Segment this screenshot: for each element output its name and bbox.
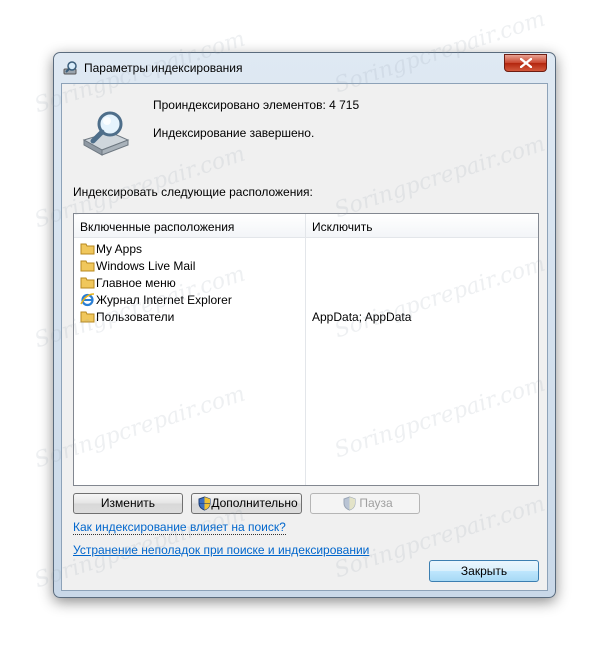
- ie-icon: [80, 292, 95, 307]
- shield-icon: [198, 496, 211, 517]
- dialog-content: Проиндексировано элементов: 4 715 Индекс…: [61, 83, 548, 591]
- location-exclude: AppData; AppData: [312, 310, 412, 324]
- list-item[interactable]: Пользователи AppData; AppData: [74, 308, 538, 325]
- close-button[interactable]: Закрыть: [429, 560, 539, 582]
- location-name: Главное меню: [96, 276, 176, 290]
- indexed-count-label: Проиндексировано элементов: 4 715: [153, 98, 360, 112]
- column-header-included[interactable]: Включенные расположения: [80, 220, 234, 234]
- folder-icon: [80, 241, 95, 256]
- list-item[interactable]: Windows Live Mail: [74, 257, 538, 274]
- drive-magnifier-icon: [80, 110, 132, 156]
- locations-list[interactable]: Включенные расположения Исключить My App…: [73, 213, 539, 486]
- location-name: Windows Live Mail: [96, 259, 196, 273]
- shield-icon: [343, 496, 356, 517]
- folder-icon: [80, 275, 95, 290]
- indexing-status-text: Индексирование завершено.: [153, 126, 315, 140]
- search-magnifier-icon: [63, 61, 79, 75]
- list-item[interactable]: Журнал Internet Explorer: [74, 291, 538, 308]
- modify-button-label: Изменить: [100, 496, 156, 510]
- advanced-button-label: Дополнительно: [211, 496, 298, 510]
- pause-button[interactable]: Пауза: [310, 493, 420, 514]
- folder-icon: [80, 309, 95, 324]
- title-bar[interactable]: Параметры индексирования: [54, 53, 555, 83]
- list-item[interactable]: My Apps: [74, 240, 538, 257]
- close-icon: [520, 58, 532, 68]
- list-header: Включенные расположения Исключить: [74, 214, 538, 238]
- location-name: Журнал Internet Explorer: [96, 293, 232, 307]
- column-header-exclude[interactable]: Исключить: [312, 220, 372, 234]
- locations-label: Индексировать следующие расположения:: [73, 185, 313, 199]
- folder-icon: [80, 258, 95, 273]
- indexing-options-window: Параметры индексирования Проиндексирован…: [53, 52, 556, 598]
- location-name: Пользователи: [96, 310, 175, 324]
- close-button-label: Закрыть: [460, 564, 508, 578]
- indexing-affects-search-link[interactable]: Как индексирование влияет на поиск?: [73, 520, 286, 535]
- advanced-button[interactable]: Дополнительно: [191, 493, 302, 514]
- troubleshoot-link[interactable]: Устранение неполадок при поиске и индекс…: [73, 543, 369, 557]
- list-item[interactable]: Главное меню: [74, 274, 538, 291]
- modify-button[interactable]: Изменить: [73, 493, 183, 514]
- close-window-button[interactable]: [504, 54, 547, 72]
- window-title: Параметры индексирования: [84, 61, 243, 75]
- location-name: My Apps: [96, 242, 143, 256]
